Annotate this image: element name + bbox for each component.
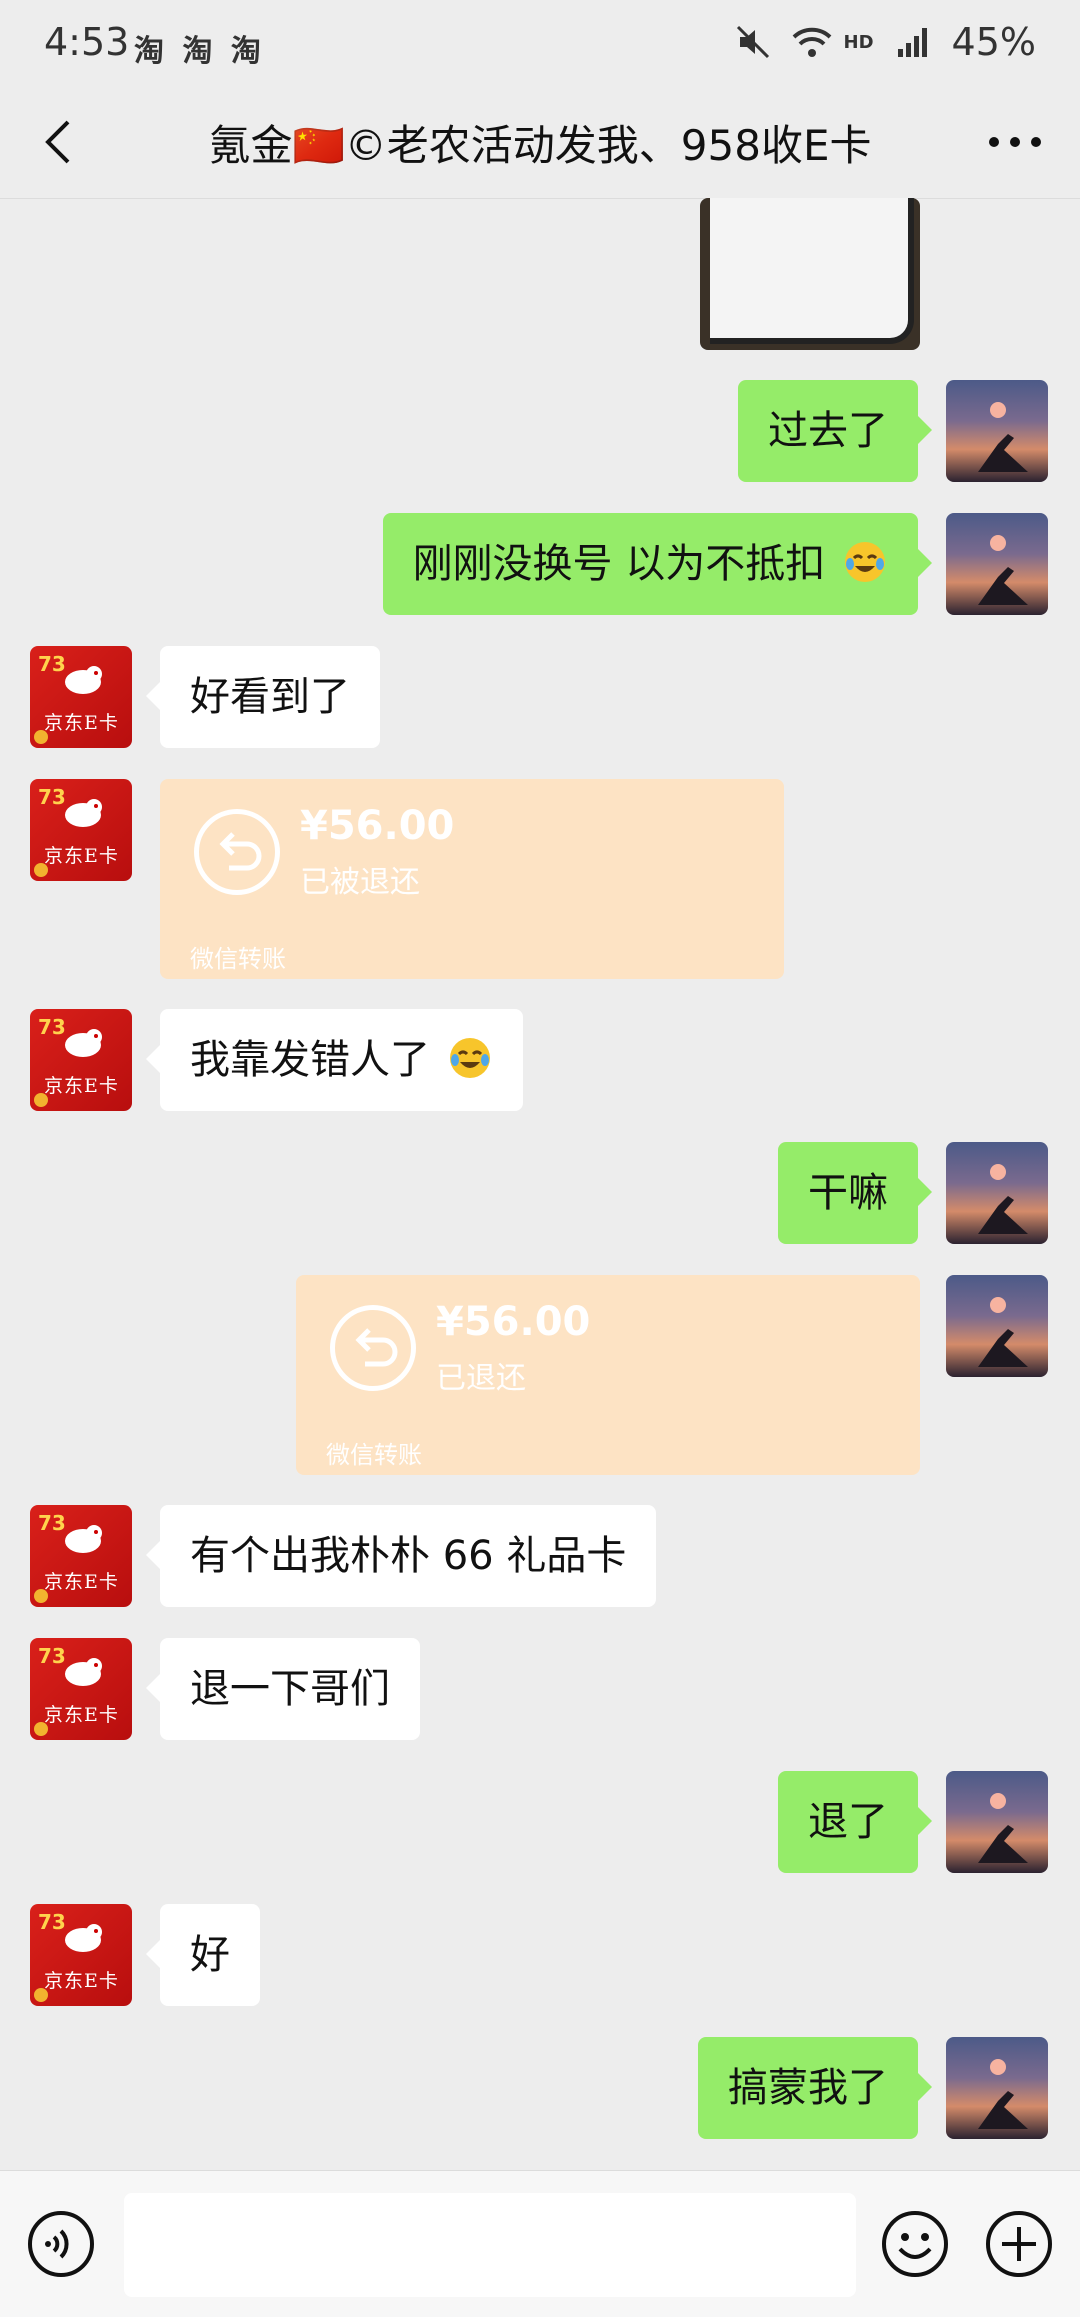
contact-avatar[interactable]: 73 京东E卡: [30, 1904, 132, 2006]
message-incoming[interactable]: 退一下哥们: [146, 1638, 420, 1740]
message-incoming[interactable]: 有个出我朴朴 66 礼品卡: [145, 1505, 657, 1607]
jd-dog-icon: [65, 1658, 102, 1686]
contact-avatar[interactable]: 73 京东E卡: [30, 1505, 132, 1607]
transfer-amount: ¥56.00: [436, 1299, 591, 1345]
message-incoming[interactable]: 好: [146, 1904, 260, 2006]
message-input[interactable]: [124, 2193, 856, 2297]
message-text: 搞蒙我了: [728, 2065, 888, 2111]
signal-icon: [897, 28, 927, 57]
status-time: 4:53: [44, 20, 130, 64]
transfer-status: 已被退还: [300, 865, 420, 900]
message-outgoing[interactable]: 干嘛: [778, 1142, 932, 1244]
my-avatar[interactable]: [946, 1142, 1048, 1244]
jd-dog-icon: [65, 799, 102, 827]
back-icon[interactable]: [30, 112, 90, 172]
message-outgoing[interactable]: 过去了: [738, 380, 932, 482]
chat-title: 氪金🇨🇳©老农活动发我、958收E卡: [208, 121, 872, 170]
avatar-label: 京东E卡: [44, 1571, 119, 1593]
my-avatar[interactable]: [946, 1771, 1048, 1873]
avatar-label: 京东E卡: [44, 1970, 119, 1992]
status-right: HD 45%: [736, 20, 1036, 64]
transfer-label: 微信转账: [190, 945, 286, 973]
more-icon[interactable]: [980, 112, 1050, 172]
refund-icon: [330, 1305, 416, 1391]
transfer-label: 微信转账: [326, 1441, 422, 1469]
laugh-cry-emoji-icon: [449, 1038, 490, 1078]
jd-dog-icon: [65, 1029, 102, 1057]
chat-header: 氪金🇨🇳©老农活动发我、958收E卡: [0, 90, 1080, 199]
avatar-label: 京东E卡: [44, 712, 119, 734]
message-list[interactable]: 过去了 刚刚没换号 以为不抵扣 73 京东E卡 好看到了 73 京东E卡 ¥56…: [0, 198, 1080, 2170]
message-incoming[interactable]: 好看到了: [146, 646, 380, 748]
jd-dog-icon: [65, 666, 102, 694]
wifi-icon: [792, 27, 831, 57]
transfer-card[interactable]: ¥56.00 已退还 微信转账: [296, 1275, 920, 1475]
image-preview: [710, 198, 914, 344]
message-incoming[interactable]: 我靠发错人了: [146, 1009, 523, 1111]
input-bar: [0, 2170, 1080, 2317]
avatar-label: 京东E卡: [44, 845, 119, 867]
jd-dog-icon: [65, 1525, 102, 1553]
contact-avatar[interactable]: 73 京东E卡: [30, 646, 132, 748]
message-text: 刚刚没换号 以为不抵扣: [412, 541, 826, 587]
message-text: 退了: [808, 1799, 888, 1845]
plus-icon[interactable]: [984, 2209, 1054, 2279]
contact-avatar[interactable]: 73 京东E卡: [30, 1638, 132, 1740]
status-app-icons: 淘 淘 淘: [134, 34, 265, 69]
message-outgoing[interactable]: 搞蒙我了: [698, 2037, 932, 2139]
message-text: 好看到了: [190, 674, 350, 720]
voice-icon[interactable]: [26, 2209, 96, 2279]
transfer-amount: ¥56.00: [300, 803, 455, 849]
message-outgoing[interactable]: 退了: [778, 1771, 932, 1873]
message-text: 干嘛: [808, 1170, 888, 1216]
message-outgoing[interactable]: 刚刚没换号 以为不抵扣: [382, 513, 933, 615]
mute-icon: [736, 25, 769, 59]
avatar-label: 京东E卡: [44, 1075, 119, 1097]
message-text: 退一下哥们: [190, 1666, 390, 1712]
image-message[interactable]: [700, 198, 920, 350]
message-text: 有个出我朴朴 66 礼品卡: [190, 1533, 627, 1579]
laugh-cry-emoji-icon: [845, 542, 885, 582]
transfer-card[interactable]: ¥56.00 已被退还 微信转账: [160, 779, 784, 979]
message-text: 我靠发错人了: [190, 1037, 430, 1083]
jd-dog-icon: [65, 1924, 102, 1952]
message-text: 过去了: [768, 408, 888, 454]
battery-level: 45%: [951, 20, 1036, 64]
my-avatar[interactable]: [946, 380, 1048, 482]
contact-avatar[interactable]: 73 京东E卡: [30, 779, 132, 881]
refund-icon: [194, 809, 280, 895]
my-avatar[interactable]: [946, 2037, 1048, 2139]
status-bar: 4:53 淘 淘 淘 HD 45%: [0, 0, 1080, 90]
contact-avatar[interactable]: 73 京东E卡: [30, 1009, 132, 1111]
message-text: 好: [190, 1932, 230, 1978]
transfer-status: 已退还: [436, 1361, 526, 1396]
my-avatar[interactable]: [946, 513, 1048, 615]
emoji-icon[interactable]: [880, 2209, 950, 2279]
network-type: HD: [843, 31, 874, 53]
avatar-label: 京东E卡: [44, 1704, 119, 1726]
my-avatar[interactable]: [946, 1275, 1048, 1377]
